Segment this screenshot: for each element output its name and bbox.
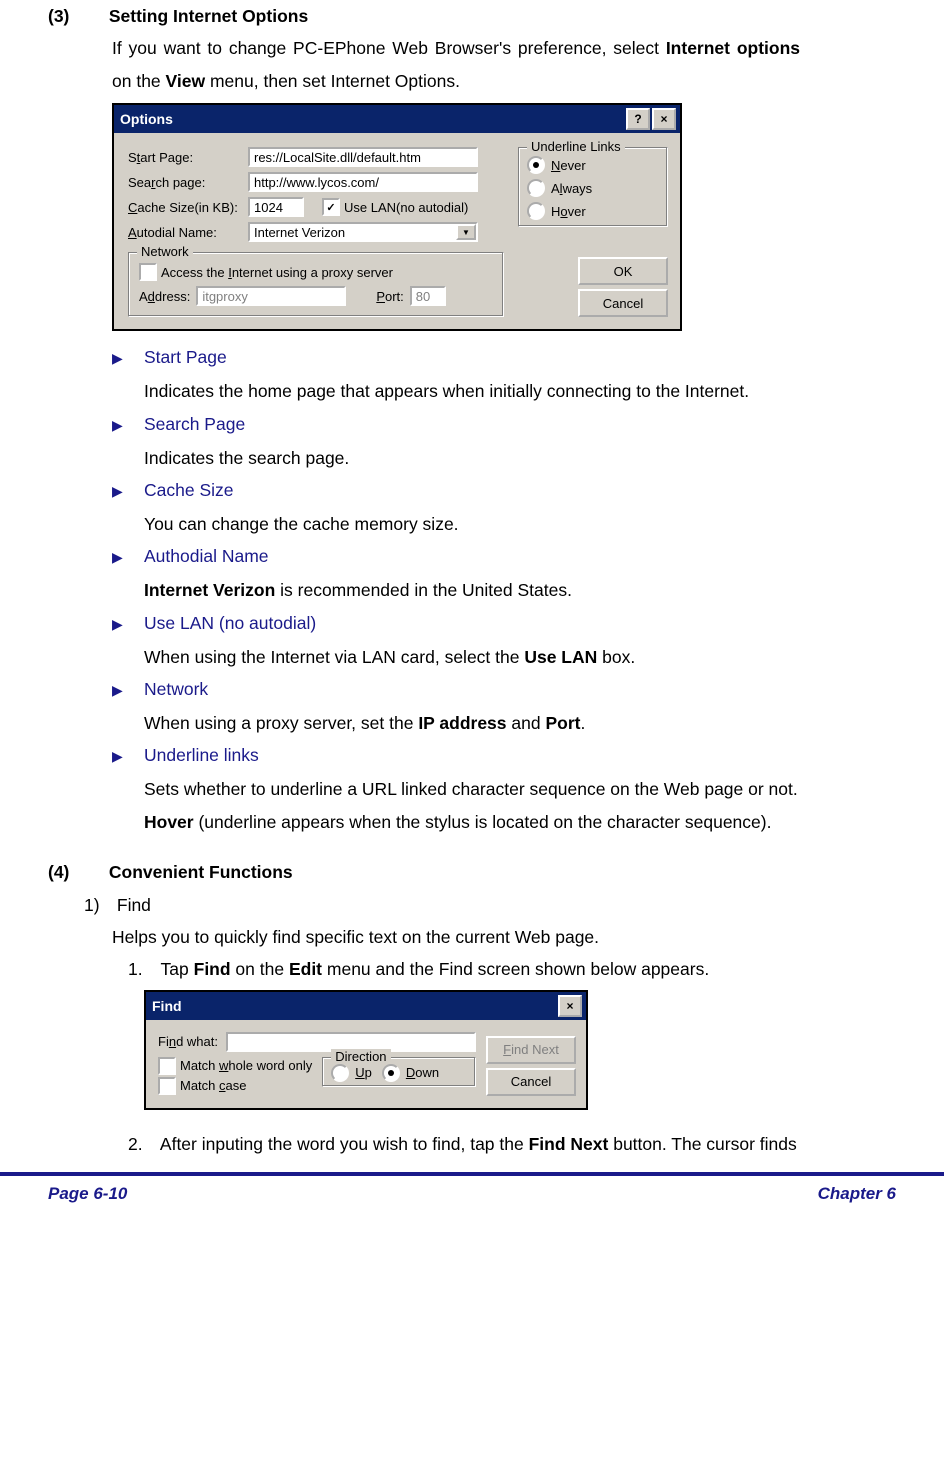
start-page-label: Start Page: — [128, 150, 248, 165]
port-input[interactable]: 80 — [410, 286, 446, 306]
bullet-search-page-desc: Indicates the search page. — [144, 442, 800, 474]
use-lan-label: Use LAN(no autodial) — [344, 200, 468, 215]
direction-legend: Direction — [331, 1049, 390, 1064]
underline-links-legend: Underline Links — [527, 139, 625, 154]
section-4-heading: (4) Convenient Functions — [48, 856, 800, 888]
chapter-label: Chapter 6 — [818, 1178, 896, 1209]
bullet-underline-desc1: Sets whether to underline a URL linked c… — [144, 773, 800, 805]
triangle-icon: ▶ — [112, 408, 144, 442]
radio-hover-label: Hover — [551, 204, 586, 219]
bullet-use-lan: ▶Use LAN (no autodial) — [112, 607, 800, 641]
close-button[interactable]: × — [558, 995, 582, 1017]
sub-1-title: Find — [117, 895, 151, 915]
triangle-icon: ▶ — [112, 739, 144, 773]
sub-1-body: Helps you to quickly find specific text … — [112, 921, 800, 953]
triangle-icon: ▶ — [112, 540, 144, 574]
search-page-label: Search page: — [128, 175, 248, 190]
close-button[interactable]: × — [652, 108, 676, 130]
network-legend: Network — [137, 244, 193, 259]
step-2-number: 2. — [128, 1128, 156, 1160]
triangle-icon: ▶ — [112, 607, 144, 641]
match-case-checkbox[interactable] — [158, 1077, 176, 1095]
triangle-icon: ▶ — [112, 474, 144, 508]
radio-down[interactable] — [382, 1064, 400, 1082]
radio-always-label: Always — [551, 181, 592, 196]
radio-down-label: Down — [406, 1065, 439, 1080]
bullet-network-desc: When using a proxy server, set the IP ad… — [144, 707, 800, 739]
section-3-title: Setting Internet Options — [109, 6, 308, 26]
find-next-button[interactable]: Find Next — [486, 1036, 576, 1064]
bullet-cache-size: ▶Cache Size — [112, 474, 800, 508]
radio-up-label: Up — [355, 1065, 372, 1080]
page-footer: Page 6-10 Chapter 6 — [0, 1176, 944, 1215]
autodial-select[interactable]: Internet Verizon ▼ — [248, 222, 478, 242]
network-group: Network Access the Internet using a prox… — [128, 252, 504, 317]
direction-group: Direction Up Down — [322, 1057, 476, 1087]
section-4-title: Convenient Functions — [109, 862, 293, 882]
find-what-label: Find what: — [158, 1034, 218, 1049]
find-title: Find — [152, 998, 182, 1014]
cancel-button[interactable]: Cancel — [578, 289, 668, 317]
step-1-number: 1. — [128, 953, 156, 985]
bullet-use-lan-desc: When using the Internet via LAN card, se… — [144, 641, 800, 673]
section-3-heading: (3) Setting Internet Options — [48, 0, 800, 32]
use-lan-checkbox[interactable]: ✓ — [322, 198, 340, 216]
proxy-label: Access the Internet using a proxy server — [161, 265, 393, 280]
section-3-intro: If you want to change PC-EPhone Web Brow… — [112, 32, 800, 97]
match-whole-checkbox[interactable] — [158, 1057, 176, 1075]
find-titlebar: Find × — [146, 992, 586, 1020]
bullet-search-page: ▶Search Page — [112, 408, 800, 442]
find-cancel-button[interactable]: Cancel — [486, 1068, 576, 1096]
search-page-input[interactable]: http://www.lycos.com/ — [248, 172, 478, 192]
chevron-down-icon[interactable]: ▼ — [456, 224, 476, 240]
options-titlebar: Options ? × — [114, 105, 680, 133]
sub-1: 1) Find — [84, 889, 800, 921]
bullet-underline-desc2: Hover (underline appears when the stylus… — [144, 806, 800, 838]
autodial-label: Autodial Name: — [128, 225, 248, 240]
page-content: (3) Setting Internet Options If you want… — [0, 0, 848, 1160]
bullet-start-page: ▶Start Page — [112, 341, 800, 375]
match-whole-label: Match whole word only — [180, 1058, 312, 1073]
page-number: Page 6-10 — [48, 1178, 127, 1209]
bullet-cache-size-desc: You can change the cache memory size. — [144, 508, 800, 540]
proxy-checkbox[interactable] — [139, 263, 157, 281]
bullet-underline: ▶Underline links — [112, 739, 800, 773]
cache-size-input[interactable]: 1024 — [248, 197, 304, 217]
triangle-icon: ▶ — [112, 673, 144, 707]
section-4-number: (4) — [48, 856, 104, 888]
options-title: Options — [120, 111, 173, 127]
radio-hover[interactable] — [527, 202, 545, 220]
radio-up[interactable] — [331, 1064, 349, 1082]
bullet-network: ▶Network — [112, 673, 800, 707]
step-1: 1. Tap Find on the Edit menu and the Fin… — [128, 953, 800, 985]
find-dialog: Find × Find what: Match whole word only … — [144, 990, 588, 1110]
cache-size-label: Cache Size(in KB): — [128, 200, 248, 215]
ok-button[interactable]: OK — [578, 257, 668, 285]
radio-always[interactable] — [527, 179, 545, 197]
bullet-autodial: ▶Authodial Name — [112, 540, 800, 574]
underline-links-group: Underline Links Never Always Hover — [518, 147, 668, 227]
bullet-start-page-desc: Indicates the home page that appears whe… — [144, 375, 800, 407]
radio-never[interactable] — [527, 156, 545, 174]
help-button[interactable]: ? — [626, 108, 650, 130]
sub-1-number: 1) — [84, 889, 112, 921]
step-2: 2. After inputing the word you wish to f… — [128, 1128, 800, 1160]
radio-never-label: Never — [551, 158, 586, 173]
triangle-icon: ▶ — [112, 341, 144, 375]
port-label: Port: — [376, 289, 403, 304]
options-dialog: Options ? × Start Page: res://LocalSite.… — [112, 103, 682, 331]
match-case-label: Match case — [180, 1078, 246, 1093]
address-input[interactable]: itgproxy — [196, 286, 346, 306]
start-page-input[interactable]: res://LocalSite.dll/default.htm — [248, 147, 478, 167]
bullet-autodial-desc: Internet Verizon is recommended in the U… — [144, 574, 800, 606]
address-label: Address: — [139, 289, 190, 304]
section-3-number: (3) — [48, 0, 104, 32]
